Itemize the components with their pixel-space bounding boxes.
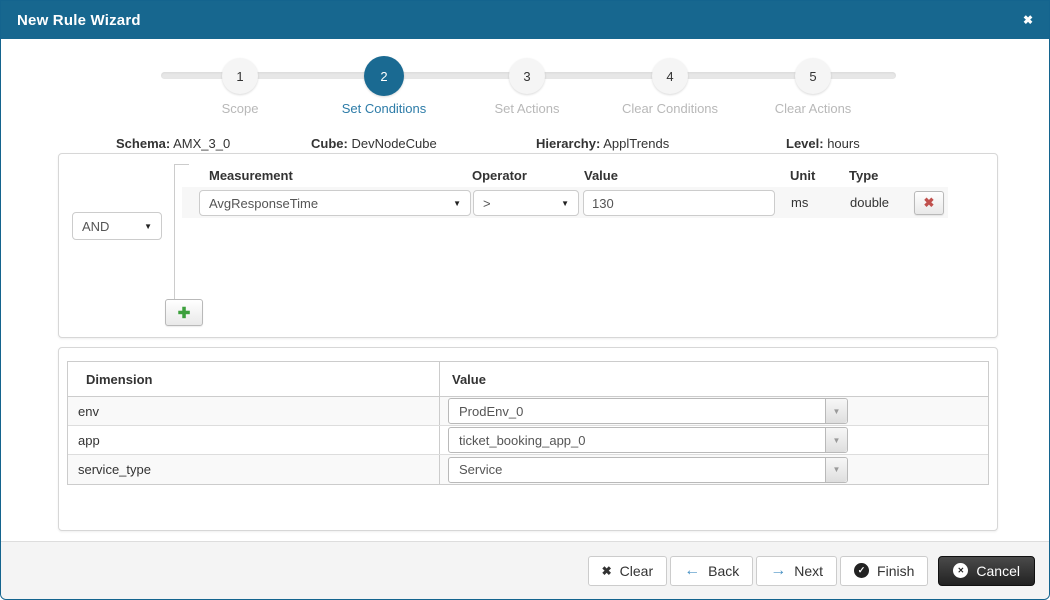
next-button-label: Next — [794, 562, 824, 579]
type-value: double — [850, 195, 890, 210]
step-circle-set-conditions[interactable]: 2 — [364, 56, 404, 96]
step-number: 5 — [809, 68, 817, 84]
clear-button-label: Clear — [619, 562, 654, 579]
context-hierarchy: Hierarchy: ApplTrends — [536, 136, 669, 151]
cancel-button[interactable]: ✕ Cancel — [938, 555, 1035, 586]
back-arrow-icon: ← — [684, 561, 701, 579]
dimensions-table-header: Dimension Value — [68, 362, 988, 397]
table-row: app ticket_booking_app_0 ▼ — [68, 426, 988, 455]
context-schema-value: AMX_3_0 — [173, 136, 231, 151]
context-schema: Schema: AMX_3_0 — [116, 136, 230, 151]
back-button[interactable]: ← Back — [670, 555, 754, 586]
measurement-select[interactable]: AvgResponseTime ▼ — [199, 190, 471, 216]
context-cube: Cube: DevNodeCube — [311, 136, 437, 151]
logic-operator-value: AND — [82, 218, 110, 234]
finish-button-label: Finish — [877, 562, 915, 579]
next-arrow-icon: → — [770, 561, 787, 579]
dimension-value: ProdEnv_0 — [459, 403, 524, 419]
step-number: 1 — [236, 68, 244, 84]
chevron-down-icon[interactable]: ▼ — [825, 399, 847, 423]
dimension-value-select-app[interactable]: ticket_booking_app_0 ▼ — [448, 427, 848, 453]
clear-button[interactable]: ✖ Clear — [587, 555, 668, 586]
dimension-name: service_type — [68, 455, 440, 484]
step-label-clear-actions[interactable]: Clear Actions — [738, 101, 888, 116]
dialog-title: New Rule Wizard — [17, 11, 141, 29]
context-cube-label: Cube: — [311, 136, 348, 151]
dimension-value: ticket_booking_app_0 — [459, 432, 586, 448]
chevron-down-icon[interactable]: ▼ — [825, 457, 847, 482]
unit-value: ms — [791, 195, 809, 210]
logic-operator-select[interactable]: AND ▼ — [72, 212, 162, 240]
add-plus-icon: ✚ — [177, 304, 191, 322]
table-row: env ProdEnv_0 ▼ — [68, 397, 988, 426]
value-input[interactable] — [583, 190, 775, 216]
dialog-header: New Rule Wizard ✖ — [1, 1, 1049, 39]
chevron-down-icon[interactable]: ▼ — [825, 428, 847, 452]
dimensions-panel: Dimension Value env ProdEnv_0 ▼ app tick… — [58, 347, 998, 531]
group-bracket-line — [174, 164, 175, 300]
chevron-down-icon: ▼ — [561, 198, 569, 208]
new-rule-wizard-dialog: New Rule Wizard ✖ 1 2 3 4 5 Scope Set Co… — [0, 0, 1050, 600]
operator-value: > — [483, 195, 491, 211]
dialog-footer: ✖ Clear ← Back → Next ✓ Finish ✕ Cancel — [1, 541, 1049, 599]
operator-select[interactable]: > ▼ — [473, 190, 579, 216]
step-circle-clear-conditions[interactable]: 4 — [652, 58, 688, 94]
next-button[interactable]: → Next — [756, 555, 838, 586]
back-button-label: Back — [708, 562, 740, 579]
column-header-dimension: Dimension — [68, 362, 440, 396]
dimension-value-select-env[interactable]: ProdEnv_0 ▼ — [448, 398, 848, 424]
step-label-clear-conditions[interactable]: Clear Conditions — [595, 101, 745, 116]
context-level-label: Level: — [786, 136, 824, 151]
step-circle-scope[interactable]: 1 — [222, 58, 258, 94]
dimension-value-select-service-type[interactable]: Service ▼ — [448, 456, 848, 483]
step-circle-set-actions[interactable]: 3 — [509, 58, 545, 94]
group-bracket-line — [174, 164, 189, 165]
context-level: Level: hours — [786, 136, 860, 151]
context-level-value: hours — [827, 136, 860, 151]
delete-x-icon: ✖ — [923, 195, 935, 210]
context-hierarchy-value: ApplTrends — [603, 136, 670, 151]
dimension-name: app — [68, 426, 440, 454]
context-schema-label: Schema: — [116, 136, 171, 151]
step-number: 3 — [523, 68, 531, 84]
delete-condition-button[interactable]: ✖ — [914, 191, 944, 215]
column-header-dimension-value: Value — [452, 372, 486, 387]
context-hierarchy-label: Hierarchy: — [536, 136, 601, 151]
step-label-set-conditions[interactable]: Set Conditions — [309, 101, 459, 116]
caret-glyph: ▼ — [832, 435, 841, 445]
step-label-set-actions[interactable]: Set Actions — [452, 101, 602, 116]
dimension-value: Service — [459, 462, 503, 477]
caret-glyph: ▼ — [832, 406, 841, 416]
column-header-operator: Operator — [472, 168, 527, 183]
close-icon[interactable]: ✖ — [1023, 14, 1033, 26]
table-row: service_type Service ▼ — [68, 455, 988, 484]
cancel-button-label: Cancel — [976, 562, 1020, 579]
clear-x-icon: ✖ — [601, 563, 612, 578]
column-header-unit: Unit — [790, 168, 816, 183]
finish-check-icon: ✓ — [854, 563, 870, 578]
step-circle-clear-actions[interactable]: 5 — [795, 58, 831, 94]
add-condition-button[interactable]: ✚ — [165, 299, 203, 326]
column-header-type: Type — [849, 168, 879, 183]
step-number: 2 — [380, 68, 388, 84]
caret-glyph: ▼ — [832, 465, 841, 474]
column-header-measurement: Measurement — [209, 168, 293, 183]
conditions-panel: AND ▼ Measurement Operator Value Unit Ty… — [58, 153, 998, 338]
chevron-down-icon: ▼ — [144, 221, 152, 231]
measurement-value: AvgResponseTime — [209, 195, 319, 211]
column-header-value: Value — [584, 168, 618, 183]
dimension-name: env — [68, 397, 440, 425]
chevron-down-icon: ▼ — [453, 198, 461, 208]
cancel-x-icon: ✕ — [953, 563, 969, 578]
step-number: 4 — [666, 68, 674, 84]
step-label-scope[interactable]: Scope — [165, 101, 315, 116]
context-cube-value: DevNodeCube — [351, 136, 437, 151]
finish-button[interactable]: ✓ Finish — [840, 555, 929, 586]
dimensions-table: Dimension Value env ProdEnv_0 ▼ app tick… — [67, 361, 989, 485]
